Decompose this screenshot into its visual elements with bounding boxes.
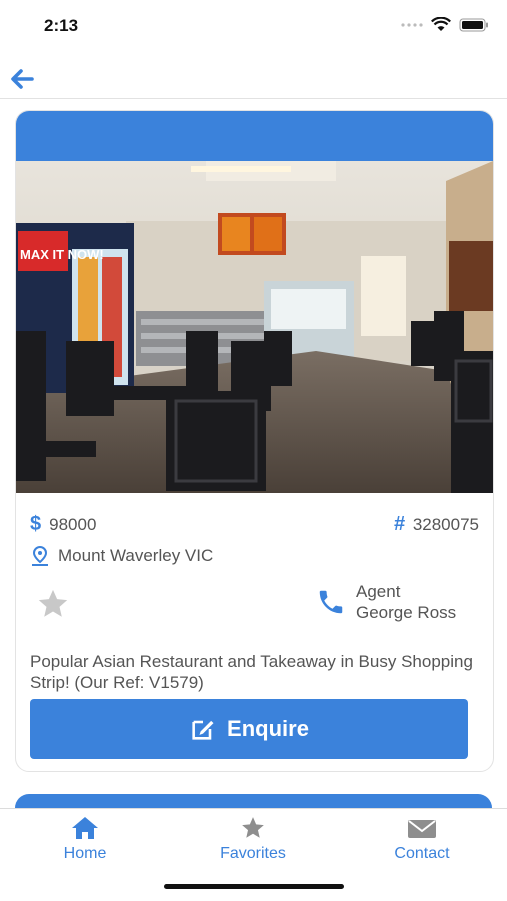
location-text: Mount Waverley VIC bbox=[58, 546, 214, 565]
enquire-button[interactable]: Enquire bbox=[30, 699, 468, 759]
agent-contact[interactable]: Agent George Ross bbox=[316, 581, 456, 623]
reference-row: # 3280075 bbox=[394, 513, 479, 536]
signal-icon bbox=[401, 22, 423, 27]
tab-home-label: Home bbox=[63, 845, 107, 862]
status-icons bbox=[401, 17, 489, 32]
location-row: Mount Waverley VIC bbox=[30, 545, 213, 567]
listing-description: Popular Asian Restaurant and Takeaway in… bbox=[30, 652, 473, 692]
dollar-icon: $ bbox=[30, 513, 42, 535]
status-bar: 2:13 bbox=[0, 0, 507, 50]
agent-label: Agent bbox=[356, 582, 401, 601]
card-header bbox=[16, 111, 493, 161]
listing-photo[interactable]: MAX IT NOW! bbox=[16, 161, 493, 493]
tab-contact[interactable]: Contact bbox=[362, 815, 482, 863]
tab-favorites-label: Favorites bbox=[220, 845, 286, 862]
enquire-label: Enquire bbox=[227, 716, 309, 741]
battery-icon bbox=[459, 18, 488, 31]
reference-number: 3280075 bbox=[412, 514, 479, 534]
nav-bar bbox=[0, 58, 507, 99]
home-indicator bbox=[164, 884, 344, 889]
agent-name: George Ross bbox=[356, 603, 457, 622]
star-icon bbox=[242, 817, 264, 838]
tab-favorites[interactable]: Favorites bbox=[193, 815, 313, 863]
phone-icon[interactable] bbox=[316, 587, 346, 617]
edit-icon bbox=[192, 720, 214, 740]
status-time: 2:13 bbox=[44, 16, 79, 35]
tab-contact-label: Contact bbox=[394, 845, 450, 862]
tab-home[interactable]: Home bbox=[25, 815, 145, 863]
location-pin-icon bbox=[32, 545, 48, 566]
home-icon bbox=[72, 817, 98, 839]
photo-sign-text: MAX IT NOW! bbox=[20, 247, 104, 262]
back-arrow-icon[interactable] bbox=[8, 66, 36, 92]
price-value: 98000 bbox=[49, 514, 97, 534]
hashtag-icon: # bbox=[393, 513, 405, 535]
wifi-icon bbox=[431, 17, 451, 31]
price-row: $ 98000 bbox=[30, 513, 96, 536]
mail-icon bbox=[408, 820, 436, 838]
listing-card[interactable]: MAX IT NOW! $ 98000 # 3280075 Mount Wave… bbox=[15, 110, 494, 772]
agent-text: Agent George Ross bbox=[356, 581, 456, 623]
favorite-star-icon[interactable] bbox=[36, 587, 70, 621]
